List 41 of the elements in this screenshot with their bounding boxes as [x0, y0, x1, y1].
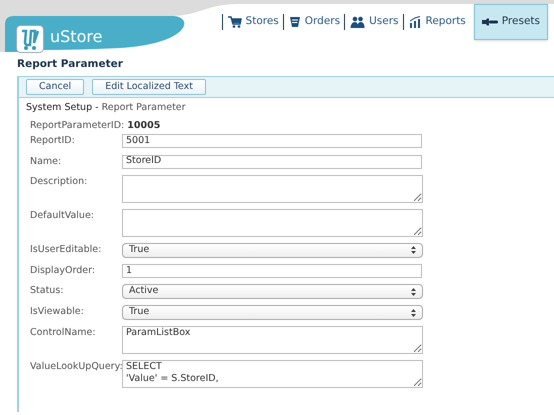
bar-chart-icon: [408, 16, 422, 28]
breadcrumb: System Setup - Report Parameter: [26, 100, 187, 115]
field-label: Description:: [30, 174, 88, 189]
field-label: ReportParameterID:: [30, 119, 124, 133]
field-label: DefaultValue:: [30, 208, 95, 223]
toolbar-button[interactable]: Edit Localized Text: [92, 78, 206, 95]
field-label: DisplayOrder:: [30, 264, 96, 278]
record-id: 10005: [127, 119, 160, 133]
field-label: IsUserEditable:: [30, 242, 102, 257]
document-icon: [288, 16, 301, 28]
users-icon: [350, 16, 366, 28]
field-label: ValueLookUpQuery:: [30, 360, 122, 374]
wrench-icon: [482, 18, 498, 26]
nav-tab[interactable]: Presets: [474, 4, 548, 40]
toolbar-button[interactable]: Cancel: [26, 78, 84, 95]
logo-icon: [16, 25, 44, 53]
page-title: Report Parameter: [17, 57, 124, 72]
text-area[interactable]: [122, 208, 423, 237]
select-arrows-icon: [411, 246, 416, 254]
dropdown[interactable]: True: [122, 305, 423, 320]
nav-tab[interactable]: Orders: [282, 14, 344, 30]
text-field[interactable]: StoreID: [122, 154, 422, 168]
nav-tab[interactable]: Users: [344, 14, 402, 30]
field-label: IsViewable:: [30, 305, 85, 319]
field-label: ControlName:: [30, 326, 97, 340]
select-arrows-icon: [411, 288, 416, 296]
select-arrows-icon: [411, 308, 416, 316]
nav-tab[interactable]: Reports: [402, 14, 470, 30]
nav-tab[interactable]: Stores: [222, 14, 283, 30]
cart-icon: [228, 16, 242, 28]
app-name: uStore: [50, 26, 102, 48]
text-field[interactable]: 5001: [122, 134, 422, 148]
text-area[interactable]: SELECT 'Value' = S.StoreID,: [122, 360, 423, 388]
field-label: Status:: [30, 284, 64, 298]
dropdown[interactable]: Active: [122, 284, 423, 299]
field-label: Name:: [30, 154, 62, 168]
dropdown[interactable]: True: [122, 242, 423, 258]
text-area[interactable]: ParamListBox: [122, 326, 423, 354]
text-field[interactable]: 1: [122, 264, 422, 278]
field-label: ReportID:: [30, 134, 76, 148]
text-area[interactable]: [122, 174, 423, 203]
